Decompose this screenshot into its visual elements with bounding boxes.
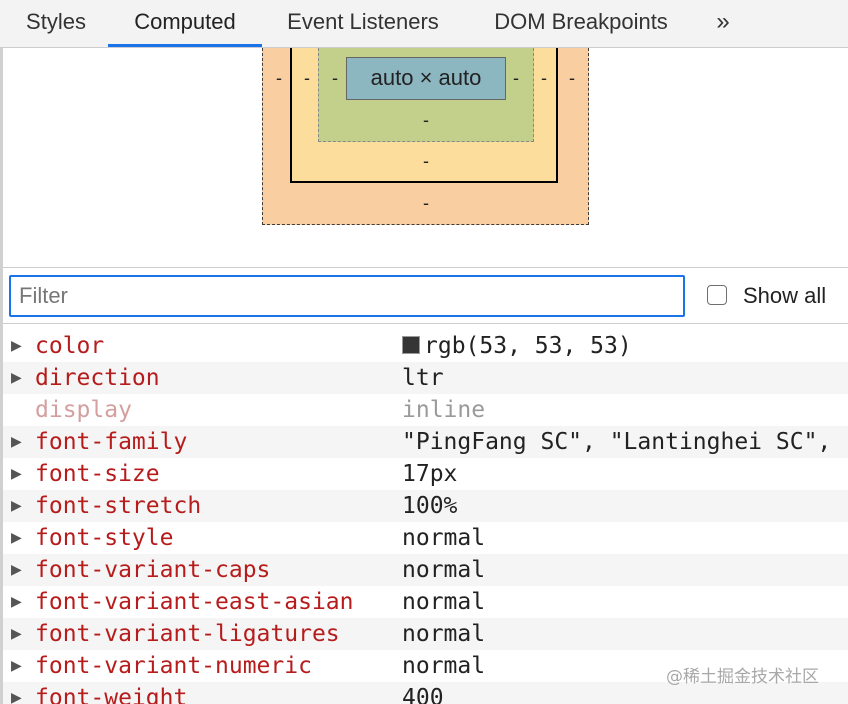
padding-left-value[interactable]: - <box>328 68 342 88</box>
show-all-label[interactable]: Show all <box>743 282 826 310</box>
property-name: font-weight <box>35 685 188 704</box>
padding-right-value[interactable]: - <box>509 68 523 88</box>
property-name: display <box>35 397 132 423</box>
property-row[interactable]: ▶ color rgb(53, 53, 53) <box>3 330 848 362</box>
property-name: font-variant-numeric <box>35 653 312 679</box>
property-value: normal <box>402 621 486 647</box>
tab-event-listeners[interactable]: Event Listeners <box>270 0 456 47</box>
tab-dom-breakpoints[interactable]: DOM Breakpoints <box>472 0 690 47</box>
property-name: font-style <box>35 525 174 551</box>
property-name: font-family <box>35 429 188 455</box>
border-bottom-value[interactable]: - <box>419 151 433 171</box>
expand-arrow-icon[interactable]: ▶ <box>11 554 27 586</box>
property-row[interactable]: ▶ font-variant-east-asian normal <box>3 586 848 618</box>
computed-properties-list: ▶ color rgb(53, 53, 53) ▶ direction ltr … <box>3 330 848 704</box>
expand-arrow-icon[interactable]: ▶ <box>11 362 27 394</box>
margin-bottom-value[interactable]: - <box>419 193 433 213</box>
property-name: font-size <box>35 461 160 487</box>
property-value: normal <box>402 653 486 679</box>
property-value: ltr <box>402 365 444 391</box>
tab-computed[interactable]: Computed <box>108 0 262 47</box>
border-left-value[interactable]: - <box>300 68 314 88</box>
border-right-value[interactable]: - <box>537 68 551 88</box>
property-row[interactable]: ▶ font-variant-ligatures normal <box>3 618 848 650</box>
margin-left-value[interactable]: - <box>272 68 286 88</box>
color-swatch-icon[interactable] <box>402 336 420 354</box>
property-row[interactable]: ▶ font-variant-caps normal <box>3 554 848 586</box>
property-name: font-variant-ligatures <box>35 621 340 647</box>
property-row[interactable]: display inline <box>3 394 848 426</box>
show-all-checkbox[interactable] <box>707 285 727 305</box>
property-row[interactable]: ▶ font-family "PingFang SC", "Lantinghei… <box>3 426 848 458</box>
property-value: "PingFang SC", "Lantinghei SC", <box>402 429 832 455</box>
tab-styles[interactable]: Styles <box>10 0 102 47</box>
watermark: @稀土掘金技术社区 <box>666 667 819 687</box>
property-value-text: rgb(53, 53, 53) <box>424 333 632 359</box>
property-value: 100% <box>402 493 458 519</box>
box-model-content[interactable]: auto × auto <box>346 57 506 100</box>
property-value: normal <box>402 589 486 615</box>
property-name: font-variant-caps <box>35 557 271 583</box>
property-row[interactable]: ▶ font-style normal <box>3 522 848 554</box>
expand-arrow-icon[interactable]: ▶ <box>11 522 27 554</box>
property-row[interactable]: ▶ font-stretch 100% <box>3 490 848 522</box>
property-value: 400 <box>402 685 444 704</box>
padding-bottom-value[interactable]: - <box>419 110 433 130</box>
property-value: rgb(53, 53, 53) <box>402 330 632 362</box>
expand-arrow-icon[interactable]: ▶ <box>11 618 27 650</box>
devtools-tabbar: Styles Computed Event Listeners DOM Brea… <box>0 0 848 48</box>
expand-arrow-icon[interactable]: ▶ <box>11 586 27 618</box>
property-name: color <box>35 333 105 359</box>
expand-arrow-icon[interactable]: ▶ <box>11 426 27 458</box>
property-value: normal <box>402 525 486 551</box>
more-tabs-icon[interactable]: » <box>706 0 740 47</box>
expand-arrow-icon[interactable]: ▶ <box>11 458 27 490</box>
property-name: font-stretch <box>35 493 202 519</box>
property-row[interactable]: ▶ direction ltr <box>3 362 848 394</box>
expand-arrow-icon[interactable]: ▶ <box>11 330 27 362</box>
property-value: inline <box>402 397 486 423</box>
expand-arrow-icon[interactable]: ▶ <box>11 650 27 682</box>
expand-arrow-icon[interactable]: ▶ <box>11 682 27 704</box>
property-name: direction <box>35 365 160 391</box>
expand-arrow-icon[interactable]: ▶ <box>11 490 27 522</box>
property-name: font-variant-east-asian <box>35 589 354 615</box>
property-value: normal <box>402 557 486 583</box>
margin-right-value[interactable]: - <box>565 68 579 88</box>
property-row[interactable]: ▶ font-size 17px <box>3 458 848 490</box>
filter-input[interactable] <box>9 275 685 317</box>
property-value: 17px <box>402 461 458 487</box>
